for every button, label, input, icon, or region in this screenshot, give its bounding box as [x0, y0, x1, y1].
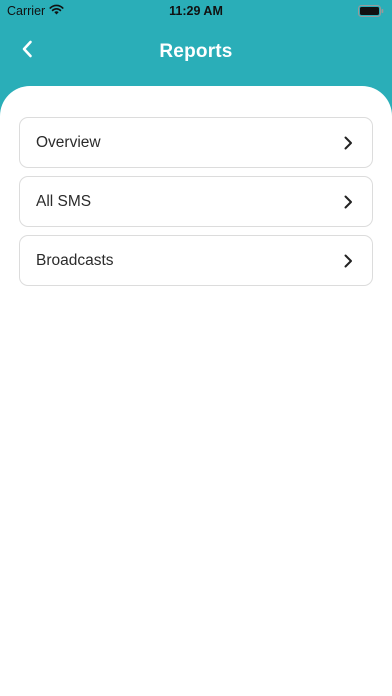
menu-item-overview[interactable]: Overview — [19, 117, 373, 168]
chevron-right-icon — [341, 136, 355, 150]
page-title: Reports — [159, 41, 233, 62]
app-header: Reports — [0, 22, 392, 86]
chevron-right-icon — [341, 254, 355, 268]
menu-item-label: Broadcasts — [36, 251, 114, 269]
menu-item-broadcasts[interactable]: Broadcasts — [19, 235, 373, 286]
status-time: 11:29 AM — [169, 4, 223, 18]
reports-menu-list: Overview All SMS Broadcasts — [19, 117, 373, 294]
main-content: Overview All SMS Broadcasts — [0, 86, 392, 696]
menu-item-label: Overview — [36, 133, 101, 151]
status-bar: Carrier 11:29 AM — [0, 0, 392, 22]
menu-item-all-sms[interactable]: All SMS — [19, 176, 373, 227]
menu-item-label: All SMS — [36, 192, 92, 210]
chevron-right-icon — [341, 195, 355, 209]
battery-icon — [358, 5, 384, 20]
